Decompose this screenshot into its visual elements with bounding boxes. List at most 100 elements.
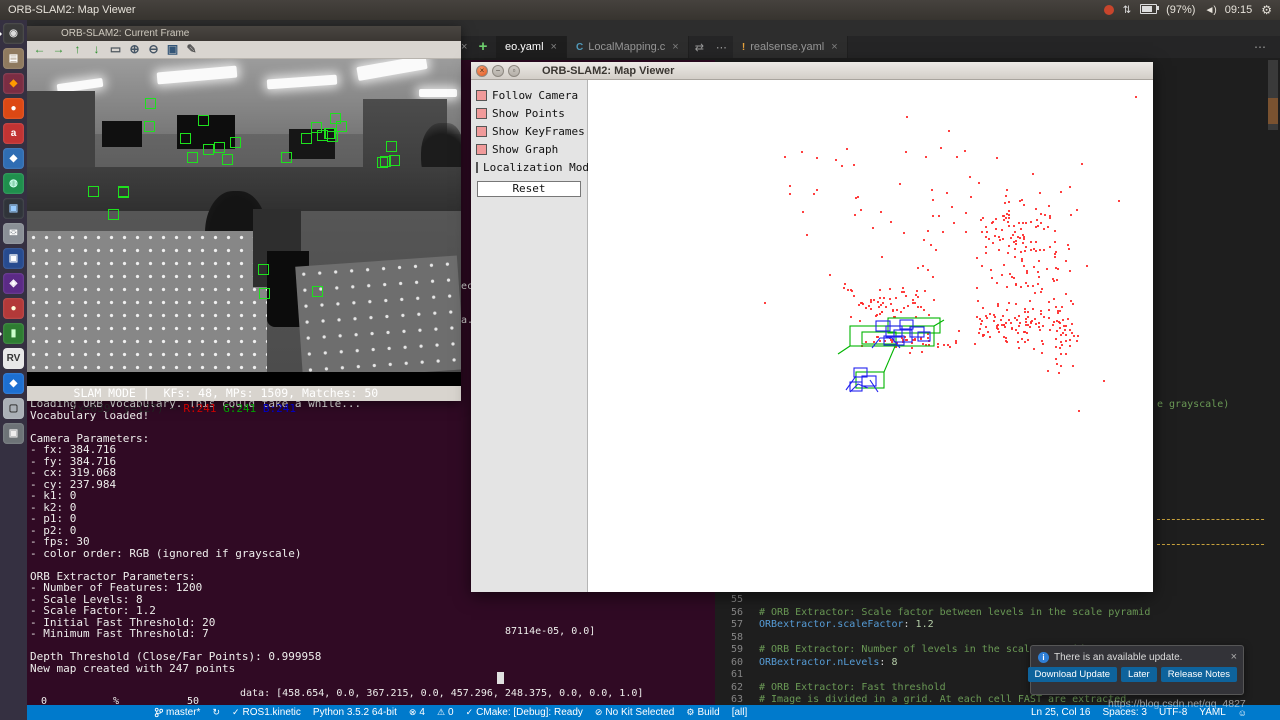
status-item-build[interactable]: ⚙ Build xyxy=(681,707,724,718)
launcher-icon-app-9[interactable]: ✉ xyxy=(3,223,24,244)
checkbox-localization-mode[interactable]: Localization Mode xyxy=(471,158,596,176)
launcher-icon-app-11[interactable]: ◈ xyxy=(3,273,24,294)
later-button[interactable]: Later xyxy=(1121,667,1157,682)
launcher-icon-pangolin[interactable]: ▮ xyxy=(0,323,24,344)
tab-label: LocalMapping.c xyxy=(588,41,666,53)
launcher-icon-app-3[interactable]: ◆ xyxy=(3,73,24,94)
notification-close-icon[interactable]: × xyxy=(1231,651,1237,663)
current-frame-title: ORB-SLAM2: Current Frame xyxy=(61,28,190,39)
status-item-ros1-kinetic[interactable]: ✓ ROS1.kinetic xyxy=(227,707,306,718)
status-item-0[interactable]: ⚠ 0 xyxy=(432,707,459,718)
status-item--all-[interactable]: [all] xyxy=(727,707,753,718)
feature-marker xyxy=(280,151,292,163)
add-file-icon[interactable]: + xyxy=(476,39,490,54)
launcher-icon-dash[interactable]: ◉ xyxy=(0,23,24,44)
network-icon[interactable]: ⇅ xyxy=(1123,5,1131,16)
down-icon[interactable]: ↓ xyxy=(88,41,105,58)
checkbox-follow-camera[interactable]: Follow Camera xyxy=(471,86,587,104)
up-icon[interactable]: ↑ xyxy=(69,41,86,58)
status-item-python-3-5-2-64-bit[interactable]: Python 3.5.2 64-bit xyxy=(308,707,402,718)
code-text: ORBextractor.nLevels: 8 xyxy=(759,656,898,668)
app-8-glyph: ▣ xyxy=(8,202,19,214)
c-file-icon: C xyxy=(575,41,584,53)
map-viewer-titlebar[interactable]: × − ▫ ORB-SLAM2: Map Viewer xyxy=(471,62,1153,80)
tab-localmapping-c[interactable]: C LocalMapping.c × xyxy=(566,36,689,58)
checkbox-show-keyframes[interactable]: Show KeyFrames xyxy=(471,122,587,140)
running-indicator xyxy=(0,30,2,38)
code-text: ORBextractor.scaleFactor: 1.2 xyxy=(759,619,934,630)
launcher-icon-app-4[interactable]: ● xyxy=(3,98,24,119)
split-editor-icon[interactable]: ⇄ xyxy=(689,41,710,54)
blanket-polka xyxy=(295,255,461,372)
close-button[interactable]: × xyxy=(476,64,488,77)
launcher-icon-files[interactable]: ▤ xyxy=(3,48,24,69)
terminal-text-fragment: % xyxy=(113,696,120,705)
properties-icon[interactable]: ✎ xyxy=(183,41,200,58)
status-item-master-[interactable]: master* xyxy=(149,707,205,718)
release-notes-button[interactable]: Release Notes xyxy=(1160,667,1237,682)
checkbox-show-graph[interactable]: Show Graph xyxy=(471,140,587,158)
launcher-icon-app-5[interactable]: a xyxy=(3,123,24,144)
zoom-in-icon[interactable]: ⊕ xyxy=(126,41,143,58)
battery-icon[interactable] xyxy=(1140,3,1160,17)
map-3d-view[interactable] xyxy=(588,80,1153,592)
volume-icon[interactable]: ◄) xyxy=(1204,5,1216,16)
checkbox-show-points[interactable]: Show Points xyxy=(471,104,587,122)
launcher-icon-app-15[interactable]: ◆ xyxy=(3,373,24,394)
tab-eo-yaml[interactable]: eo.yaml × xyxy=(496,36,567,58)
status-item-cmake-debug-ready[interactable]: ✓ CMake: [Debug]: Ready xyxy=(461,707,588,718)
terminal-line: - Scale Factor: 1.2 xyxy=(30,604,156,617)
app-3-glyph: ◆ xyxy=(9,77,18,89)
status-item-ln-25-col-16[interactable]: Ln 25, Col 16 xyxy=(1026,707,1096,718)
zoom-out-icon[interactable]: ⊖ xyxy=(145,41,162,58)
editor-group-more-icon[interactable]: ⋯ xyxy=(1254,40,1266,54)
current-frame-titlebar[interactable]: ORB-SLAM2: Current Frame xyxy=(27,26,461,41)
tab-close-icon[interactable]: × xyxy=(831,41,837,53)
camera-view[interactable] xyxy=(27,59,461,372)
save-icon[interactable]: ▣ xyxy=(164,41,181,58)
status-item-4[interactable]: ⊗ 4 xyxy=(404,707,430,718)
app-6-glyph: ◆ xyxy=(9,152,18,164)
maximize-button[interactable]: ▫ xyxy=(508,64,520,77)
feature-marker xyxy=(144,121,156,133)
app-9-glyph: ✉ xyxy=(9,227,18,239)
tab-close-icon[interactable]: × xyxy=(551,41,557,53)
clock[interactable]: 09:15 xyxy=(1225,4,1253,16)
launcher-icon-app-12[interactable]: ● xyxy=(3,298,24,319)
terminal-line: - color order: RGB (ignored if grayscale… xyxy=(30,546,302,560)
current-frame-toolbar: ← → ↑ ↓ ▭ ⊕ ⊖ ▣ ✎ xyxy=(27,41,461,59)
minimize-button[interactable]: − xyxy=(492,64,504,77)
app-7-glyph: ◍ xyxy=(9,177,18,189)
session-gear-icon[interactable]: ⚙ xyxy=(1261,3,1272,17)
launcher-icon-gedit[interactable]: ▢ xyxy=(3,398,24,419)
launcher-icon-rviz[interactable]: RV xyxy=(3,348,24,369)
tab-close-icon[interactable]: × xyxy=(672,41,678,53)
launcher-icon-app-6[interactable]: ◆ xyxy=(3,148,24,169)
editor-more-icon[interactable]: ⋯ xyxy=(710,41,733,54)
yaml-file-icon: ! xyxy=(741,41,746,53)
code-text: # ORB Extractor: Scale factor between le… xyxy=(759,606,1151,618)
notification-buttons: Download Update Later Release Notes xyxy=(1027,667,1243,682)
launcher-icon-app-8[interactable]: ▣ xyxy=(3,198,24,219)
download-update-button[interactable]: Download Update xyxy=(1027,667,1118,682)
status-item[interactable]: ↻ xyxy=(207,707,225,718)
code-line: 56 # ORB Extractor: Scale factor between … xyxy=(717,607,1150,620)
launcher-icon-image-viewer[interactable]: ▣ xyxy=(3,423,24,444)
forward-icon[interactable]: → xyxy=(50,41,67,58)
tab-realsense-yaml[interactable]: ! realsense.yaml × xyxy=(732,36,848,58)
hidden-tab-close-icon[interactable]: × xyxy=(461,41,467,53)
desktop: + eo.yaml × C LocalMapping.c × ⇄ ⋯! realsense.y… xyxy=(0,0,1280,720)
line-number: 61 xyxy=(730,669,743,680)
launcher-icon-app-7[interactable]: ◍ xyxy=(3,173,24,194)
back-icon[interactable]: ← xyxy=(31,41,48,58)
pan-icon[interactable]: ▭ xyxy=(107,41,124,58)
session-indicator-icon[interactable] xyxy=(1103,5,1114,15)
reset-button[interactable]: Reset xyxy=(477,181,581,197)
indicator-area: ⇅ (97%) ◄) 09:15 ⚙ xyxy=(1103,3,1280,17)
status-item-no-kit-selected[interactable]: ⊘ No Kit Selected xyxy=(590,707,679,718)
launcher-icon-app-10[interactable]: ▣ xyxy=(3,248,24,269)
checkbox-label: Show Points xyxy=(492,106,565,120)
editor-scrollbar[interactable] xyxy=(1266,58,1280,705)
feature-marker xyxy=(388,155,400,167)
pixel-green: G:241 xyxy=(223,402,263,415)
